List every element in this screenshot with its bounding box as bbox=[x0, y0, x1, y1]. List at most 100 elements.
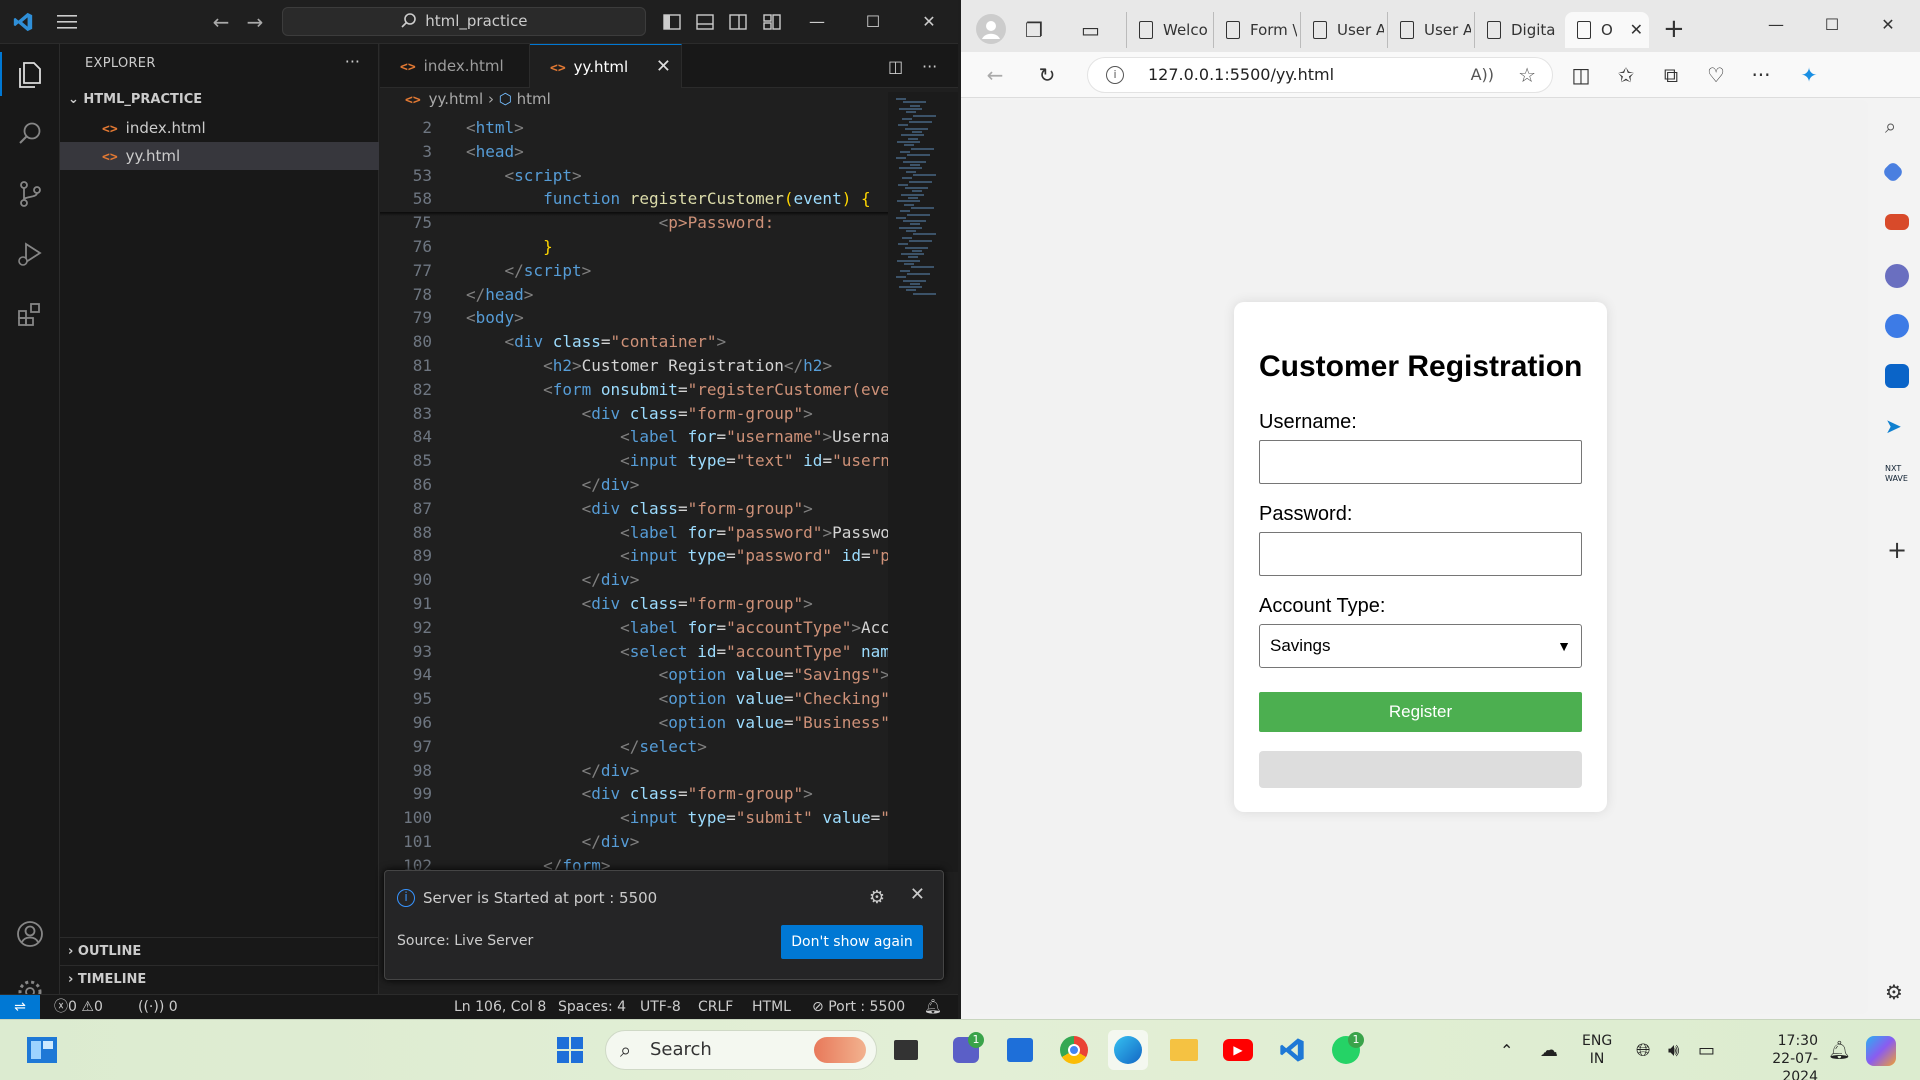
language-mode[interactable]: HTML bbox=[752, 995, 791, 1019]
toggle-sidebar-icon[interactable] bbox=[662, 12, 682, 32]
breadcrumb-file[interactable]: yy.html bbox=[429, 90, 484, 108]
new-tab-button[interactable]: + bbox=[1663, 14, 1685, 44]
settings-more-icon[interactable]: ··· bbox=[1749, 64, 1773, 86]
ports-indicator[interactable]: ((·)) 0 bbox=[138, 995, 178, 1019]
tools-icon[interactable] bbox=[1885, 214, 1909, 230]
teams-icon[interactable]: 1 bbox=[946, 1030, 986, 1070]
browser-tab-welcome[interactable]: Welco bbox=[1126, 12, 1210, 48]
close-window-button[interactable]: ✕ bbox=[1860, 0, 1916, 52]
source-control-icon[interactable] bbox=[0, 164, 60, 224]
username-input[interactable] bbox=[1259, 440, 1582, 484]
battery-icon[interactable]: ▭ bbox=[1698, 1020, 1715, 1080]
end-of-line[interactable]: CRLF bbox=[698, 995, 733, 1019]
register-button[interactable]: Register bbox=[1259, 692, 1582, 732]
indentation[interactable]: Spaces: 4 bbox=[558, 995, 626, 1019]
clock[interactable]: 17:30 22-07-2024 bbox=[1740, 1032, 1818, 1080]
code-line[interactable]: 77 </script> bbox=[380, 259, 888, 283]
code-line[interactable]: 76 } bbox=[380, 235, 888, 259]
browser-tab-digital[interactable]: Digita bbox=[1474, 12, 1558, 48]
remote-icon[interactable]: ⇌ bbox=[0, 995, 40, 1019]
code-line[interactable]: 94 <option value="Savings"> bbox=[380, 663, 888, 687]
tab-index-html[interactable]: <> index.html bbox=[380, 44, 530, 88]
code-line[interactable]: 90 </div> bbox=[380, 568, 888, 592]
code-line[interactable]: 82 <form onsubmit="registerCustomer(eve bbox=[380, 378, 888, 402]
close-tab-icon[interactable]: ✕ bbox=[656, 45, 671, 89]
code-line[interactable]: 80 <div class="container"> bbox=[380, 330, 888, 354]
file-yy-html[interactable]: <> yy.html bbox=[60, 142, 379, 170]
taskbar-search[interactable]: ⌕ Search bbox=[605, 1030, 877, 1070]
split-screen-icon[interactable]: ◫ bbox=[1569, 64, 1593, 86]
problems-indicator[interactable]: ⓧ0 ⚠0 bbox=[54, 995, 103, 1019]
breadcrumb-element[interactable]: html bbox=[517, 90, 551, 108]
cursor-position[interactable]: Ln 106, Col 8 bbox=[454, 995, 546, 1019]
collections-icon[interactable]: ⧉ bbox=[1659, 64, 1683, 86]
minimize-button[interactable]: — bbox=[1748, 0, 1804, 52]
volume-icon[interactable]: 🔊︎ bbox=[1668, 1020, 1679, 1080]
close-notification-icon[interactable]: ✕ bbox=[910, 884, 925, 905]
close-tab-icon[interactable]: ✕ bbox=[1630, 12, 1643, 48]
code-line[interactable]: 100 <input type="submit" value=" bbox=[380, 806, 888, 830]
vscode-taskbar-icon[interactable] bbox=[1272, 1030, 1312, 1070]
password-input[interactable] bbox=[1259, 532, 1582, 576]
code-line[interactable]: 91 <div class="form-group"> bbox=[380, 592, 888, 616]
file-index-html[interactable]: <> index.html bbox=[60, 114, 379, 142]
maximize-button[interactable]: ☐ bbox=[1804, 0, 1860, 52]
code-line[interactable]: 95 <option value="Checking" bbox=[380, 687, 888, 711]
add-sidebar-app-icon[interactable]: + bbox=[1885, 538, 1909, 562]
code-line[interactable]: 85 <input type="text" id="usern bbox=[380, 449, 888, 473]
tab-yy-html[interactable]: <> yy.html ✕ bbox=[530, 44, 682, 88]
extensions-icon[interactable] bbox=[0, 284, 60, 344]
browser-tab-form[interactable]: Form \ bbox=[1213, 12, 1297, 48]
copilot-icon[interactable]: ✦ bbox=[1797, 64, 1821, 86]
close-window-button[interactable]: ✕ bbox=[906, 0, 952, 44]
youtube-icon[interactable]: ▶ bbox=[1218, 1030, 1258, 1070]
nxtwave-icon[interactable]: NXT WAVE bbox=[1885, 464, 1909, 488]
split-editor-icon[interactable]: ◫ bbox=[888, 57, 903, 76]
profile-avatar[interactable] bbox=[976, 14, 1006, 44]
outlook-icon[interactable] bbox=[1885, 364, 1909, 388]
folder-html-practice[interactable]: ⌄ HTML_PRACTICE bbox=[68, 92, 202, 107]
microsoft-store-icon[interactable] bbox=[1000, 1030, 1040, 1070]
code-line[interactable]: 93 <select id="accountType" nam bbox=[380, 640, 888, 664]
code-line[interactable]: 81 <h2>Customer Registration</h2> bbox=[380, 354, 888, 378]
file-explorer-icon[interactable] bbox=[1164, 1030, 1204, 1070]
notifications-bell-icon[interactable]: 🔔︎ bbox=[924, 995, 942, 1019]
site-info-icon[interactable]: i bbox=[1106, 66, 1124, 84]
timeline-section[interactable]: › TIMELINE bbox=[60, 965, 379, 993]
read-aloud-icon[interactable]: A)) bbox=[1471, 58, 1494, 92]
run-debug-icon[interactable] bbox=[0, 224, 60, 284]
widgets-icon[interactable] bbox=[22, 1030, 62, 1070]
account-type-select[interactable]: Savings ▼ bbox=[1259, 624, 1582, 668]
nav-back-icon[interactable]: ← bbox=[210, 11, 232, 33]
toggle-secondary-sidebar-icon[interactable] bbox=[728, 12, 748, 32]
favorite-star-icon[interactable]: ☆ bbox=[1518, 58, 1536, 92]
code-editor[interactable]: 2 <html> 3 <head> 53 <script> 58 function reg… bbox=[380, 116, 888, 876]
settings-gear-icon[interactable]: ⚙ bbox=[1885, 980, 1909, 1004]
code-line[interactable]: 92 <label for="accountType">Acc bbox=[380, 616, 888, 640]
code-line[interactable]: 96 <option value="Business" bbox=[380, 711, 888, 735]
browser-tab-user-2[interactable]: User A bbox=[1387, 12, 1471, 48]
maximize-button[interactable]: ☐ bbox=[850, 0, 896, 44]
shopping-tag-icon[interactable] bbox=[1881, 160, 1905, 184]
code-line[interactable]: 89 <input type="password" id="p bbox=[380, 544, 888, 568]
outline-section[interactable]: › OUTLINE bbox=[60, 937, 379, 965]
nav-forward-icon[interactable]: → bbox=[244, 11, 266, 33]
code-line[interactable]: 84 <label for="username">Userna bbox=[380, 425, 888, 449]
onedrive-icon[interactable]: ☁ bbox=[1540, 1020, 1558, 1080]
notification-settings-icon[interactable]: ⚙ bbox=[869, 887, 885, 908]
games-icon[interactable] bbox=[1885, 264, 1909, 288]
more-actions-icon[interactable]: ··· bbox=[922, 57, 937, 76]
code-line[interactable]: 101 </div> bbox=[380, 830, 888, 854]
code-line[interactable]: 58 function registerCustomer(event) { bbox=[380, 187, 888, 211]
browser-essentials-icon[interactable]: ♡ bbox=[1704, 64, 1728, 86]
code-line[interactable]: 78 </head> bbox=[380, 283, 888, 307]
task-view-icon[interactable] bbox=[886, 1030, 926, 1070]
code-line[interactable]: 53 <script> bbox=[380, 164, 888, 188]
code-line[interactable]: 87 <div class="form-group"> bbox=[380, 497, 888, 521]
address-bar[interactable]: i 127.0.0.1:5500/yy.html A)) ☆ bbox=[1087, 57, 1553, 93]
refresh-icon[interactable]: ↻ bbox=[1035, 64, 1059, 86]
code-line[interactable]: 86 </div> bbox=[380, 473, 888, 497]
search-icon[interactable]: ⌕ bbox=[1885, 114, 1909, 138]
command-center-search[interactable]: html_practice bbox=[282, 7, 646, 36]
notification-bell-icon[interactable]: 🔔︎ bbox=[1828, 1020, 1851, 1080]
